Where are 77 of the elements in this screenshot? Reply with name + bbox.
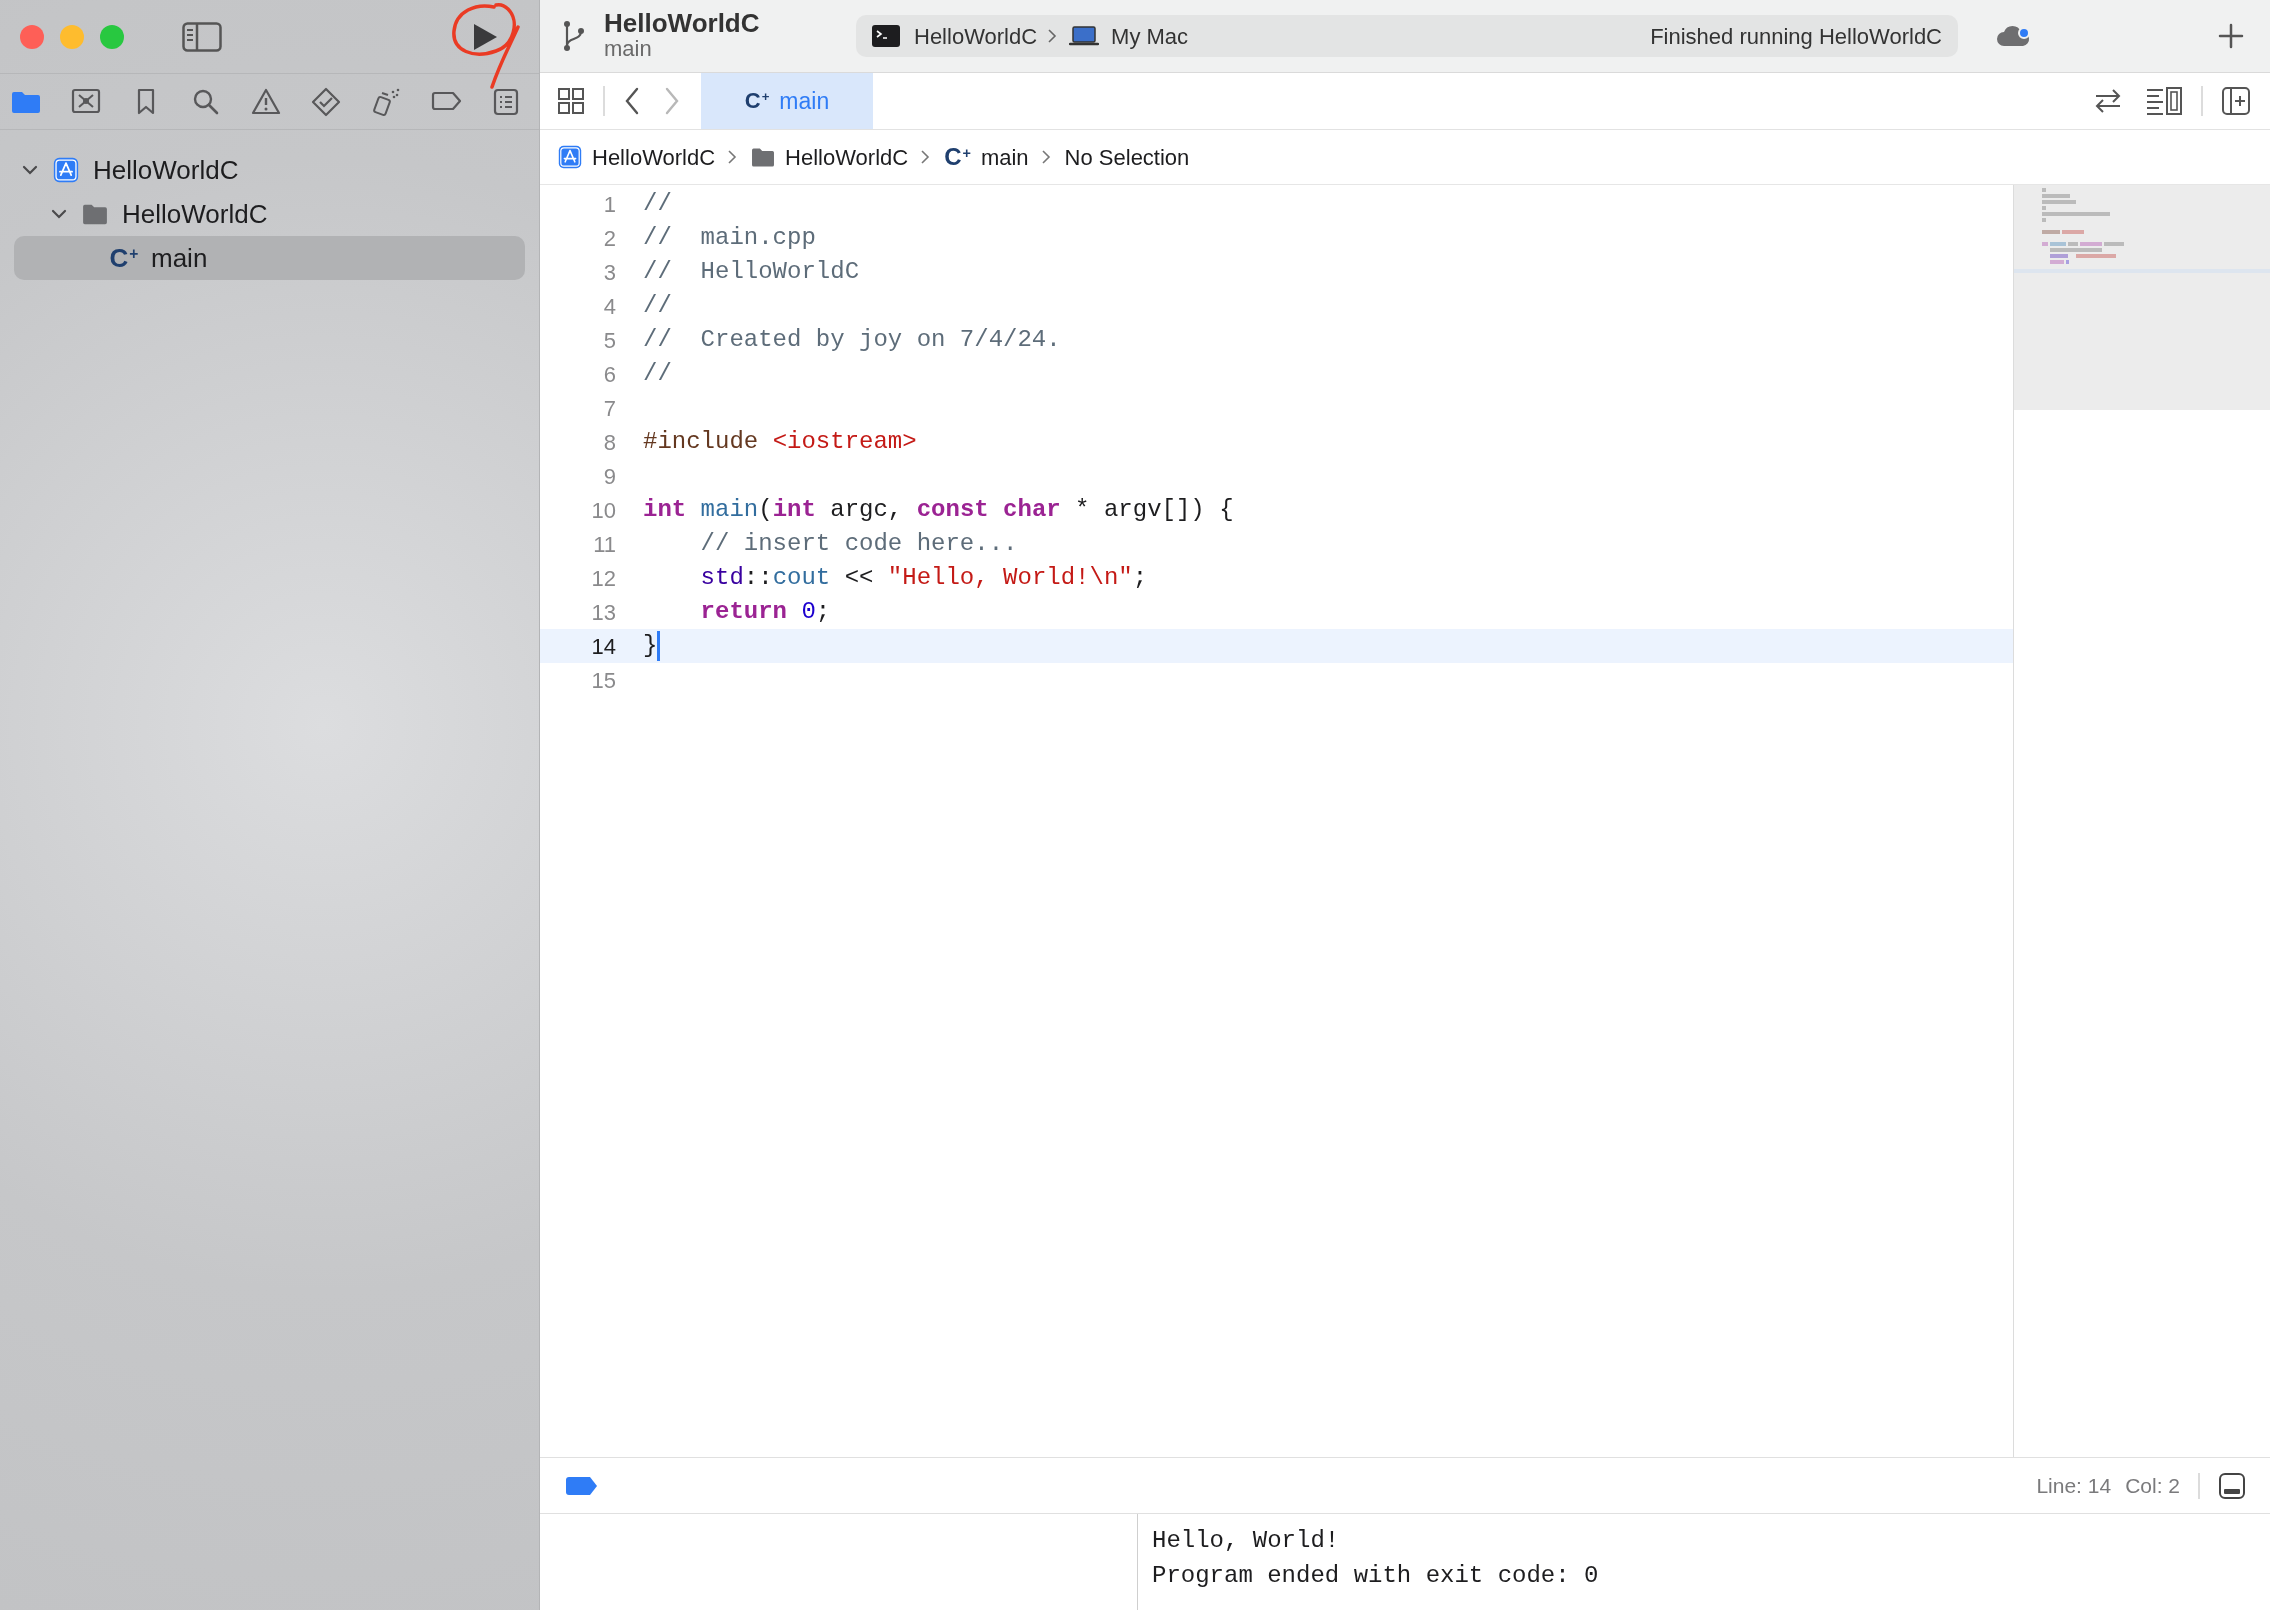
breadcrumb-item[interactable]: HelloWorldC xyxy=(785,140,909,174)
line-number: 2 xyxy=(602,224,616,253)
tree-row[interactable]: C$^{+}$ main xyxy=(14,236,525,280)
cpp-file-icon: C$^{+}$ xyxy=(109,245,139,271)
chevron-right-icon xyxy=(920,148,931,166)
line-number: 6 xyxy=(602,360,616,389)
cpp-file-icon: C$^{+}$ xyxy=(744,90,770,112)
tree-item-label: main xyxy=(151,241,208,275)
warning-icon[interactable] xyxy=(249,86,283,117)
app-icon xyxy=(558,145,582,169)
code-line: std::cout << "Hello, World!\n"; xyxy=(699,563,1148,593)
play-button[interactable] xyxy=(471,21,499,52)
editor-tab[interactable]: C$^{+}$ main xyxy=(701,73,873,129)
scheme-name: HelloWorldC xyxy=(914,22,1038,51)
tree-row[interactable]: HelloWorldC xyxy=(14,192,525,236)
line-number: 14 xyxy=(590,632,616,661)
console-toggle-icon[interactable] xyxy=(2218,1471,2246,1500)
tag-icon[interactable] xyxy=(566,1476,598,1495)
branch-icon xyxy=(562,19,586,53)
line-number: 1 xyxy=(602,190,616,219)
code-line: #include <iostream> xyxy=(643,427,917,457)
code-line: // Created by joy on 7/4/24. xyxy=(643,325,1061,355)
build-status: Finished running HelloWorldC xyxy=(1650,22,1942,51)
chevron-right-icon xyxy=(1047,27,1058,45)
code-line: // xyxy=(643,359,672,389)
scheme-bar[interactable]: HelloWorldC My Mac Finished running HelloWorldC xyxy=(856,15,1958,57)
folder-icon xyxy=(82,202,108,226)
terminal-icon xyxy=(872,25,900,47)
cloud-icon[interactable] xyxy=(1996,24,2032,48)
column-indicator: Col: 2 xyxy=(2125,1472,2180,1499)
project-title: HelloWorldC xyxy=(604,10,760,36)
chevron-right-icon xyxy=(1040,148,1051,166)
line-number: 15 xyxy=(590,666,616,695)
line-indicator: Line: 14 xyxy=(2036,1472,2112,1499)
swap-arrows-icon[interactable] xyxy=(2093,88,2123,114)
diamond-check-icon[interactable] xyxy=(309,86,343,117)
code-line: } xyxy=(643,631,658,661)
sidebar-toggle-icon[interactable] xyxy=(182,21,222,52)
breadcrumb-item[interactable]: HelloWorldC xyxy=(592,140,716,174)
laptop-icon xyxy=(1069,25,1100,47)
code-line: // xyxy=(643,189,672,219)
line-number: 7 xyxy=(602,394,616,423)
breadcrumb-item[interactable]: main xyxy=(980,140,1029,174)
code-line: return 0; xyxy=(699,597,831,627)
grid-icon[interactable] xyxy=(557,87,585,115)
code-line: // main.cpp xyxy=(643,223,816,253)
code-line: // HelloWorldC xyxy=(643,257,860,287)
add-editor-icon[interactable] xyxy=(2221,86,2251,116)
line-number: 12 xyxy=(590,564,616,593)
back-icon[interactable] xyxy=(623,86,641,116)
app-icon xyxy=(53,157,79,183)
line-number: 8 xyxy=(602,428,616,457)
line-number: 11 xyxy=(592,530,616,559)
line-number: 3 xyxy=(602,258,616,287)
console-output-line: Program ended with exit code: 0 xyxy=(1152,1561,1599,1591)
tab-label: main xyxy=(779,86,830,116)
cpp-file-icon: C$^{+}$ xyxy=(944,145,971,169)
inspector-layout-icon[interactable] xyxy=(2145,86,2183,116)
line-number: 4 xyxy=(602,292,616,321)
tree-row[interactable]: HelloWorldC xyxy=(14,148,525,192)
chevron-right-icon xyxy=(727,148,738,166)
code-line: // insert code here... xyxy=(699,529,1018,559)
tree-item-label: HelloWorldC xyxy=(122,197,268,231)
code-line: // xyxy=(643,291,672,321)
line-number: 5 xyxy=(602,326,616,355)
line-number: 9 xyxy=(602,462,616,491)
breadcrumb-item[interactable]: No Selection xyxy=(1064,140,1190,174)
branch-name: main xyxy=(604,36,653,62)
text-cursor xyxy=(657,631,661,661)
line-number: 13 xyxy=(590,598,616,627)
destination-name: My Mac xyxy=(1111,22,1189,51)
folder-icon xyxy=(751,146,776,168)
code-line: int main(int argc, const char * argv[]) { xyxy=(643,495,1234,525)
tree-item-label: HelloWorldC xyxy=(93,153,239,187)
line-number: 10 xyxy=(590,496,616,525)
add-icon[interactable] xyxy=(2218,23,2244,49)
console-output-line: Hello, World! xyxy=(1152,1526,1341,1556)
